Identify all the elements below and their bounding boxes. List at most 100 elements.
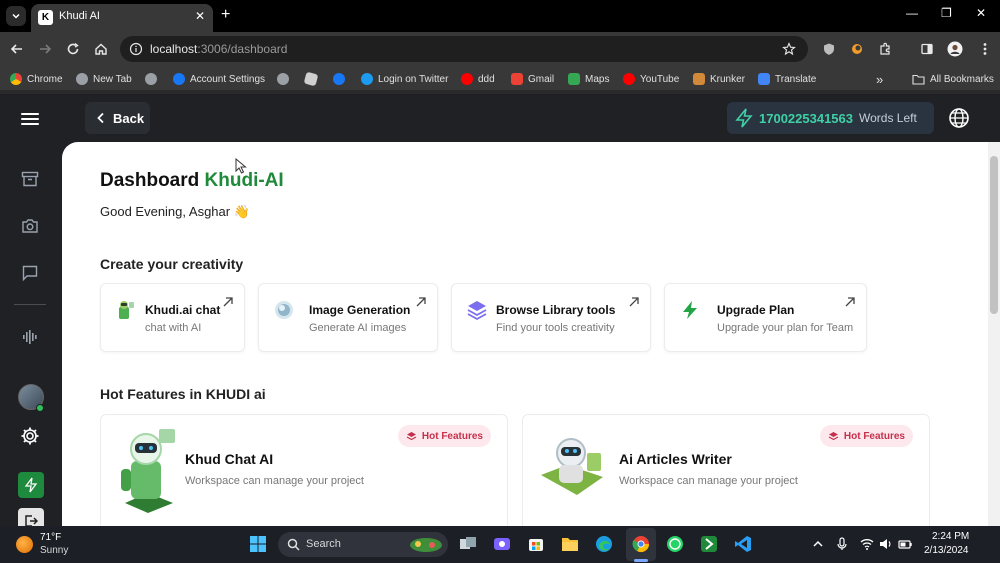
card-upgrade-plan[interactable]: Upgrade Plan Upgrade your plan for Team	[664, 283, 867, 352]
bookmark-roblox[interactable]	[303, 71, 319, 87]
bookmark-ddd[interactable]: ddd	[461, 71, 495, 87]
back-nav-button[interactable]	[8, 40, 26, 58]
card-subtitle: Upgrade your plan for Team	[717, 322, 854, 334]
extension-orange-icon	[852, 44, 862, 54]
close-window-button[interactable]: ✕	[976, 6, 986, 20]
clock-time[interactable]: 2:24 PM	[932, 531, 969, 542]
extension-button[interactable]	[848, 40, 866, 58]
sidebar-item-settings[interactable]	[18, 424, 42, 448]
sidebar-item-chat[interactable]	[18, 261, 42, 285]
bookmark-translate[interactable]: Translate	[758, 71, 816, 87]
taskbar-file-explorer[interactable]	[559, 533, 581, 555]
microphone-icon[interactable]	[835, 537, 849, 551]
feature-ai-articles-writer[interactable]: Ai Articles Writer Workspace can manage …	[522, 414, 930, 526]
extensions-menu-button[interactable]	[876, 40, 894, 58]
card-subtitle: Generate AI images	[309, 322, 407, 334]
globe-icon	[145, 73, 157, 85]
sidebar-item-camera[interactable]	[18, 214, 42, 238]
task-view-button[interactable]	[457, 533, 479, 555]
bookmark-chrome[interactable]: Chrome	[10, 71, 63, 87]
taskbar-vscode[interactable]	[732, 533, 754, 555]
taskbar-store-app[interactable]	[525, 533, 547, 555]
robot-chat-icon	[119, 301, 134, 319]
online-status-dot	[36, 404, 44, 412]
battery-icon[interactable]	[898, 537, 912, 551]
bookmarks-overflow-button[interactable]: »	[876, 71, 883, 87]
new-tab-button[interactable]: +	[221, 6, 230, 24]
taskbar-chrome[interactable]	[630, 533, 652, 555]
bookmarks-bar: Chrome New Tab Account Settings Login on…	[0, 66, 1000, 91]
volume-icon[interactable]	[879, 537, 893, 551]
bolt-icon	[683, 301, 697, 319]
archive-icon	[21, 171, 39, 187]
taskbar-khudi-app[interactable]	[698, 533, 720, 555]
tab-search-button[interactable]	[6, 6, 26, 26]
side-panel-button[interactable]	[918, 40, 936, 58]
card-title: Image Generation	[309, 303, 411, 317]
extension-shield-button[interactable]	[820, 40, 838, 58]
forward-nav-button[interactable]	[36, 40, 54, 58]
profile-button[interactable]	[946, 40, 964, 58]
bookmark-youtube[interactable]: YouTube	[623, 71, 679, 87]
sidebar-item-audio[interactable]	[18, 325, 42, 349]
clock-date[interactable]: 2/13/2024	[924, 545, 969, 556]
reload-button[interactable]	[64, 40, 82, 58]
home-button[interactable]	[92, 40, 110, 58]
bookmark-facebook[interactable]	[333, 71, 345, 87]
browser-menu-button[interactable]	[976, 40, 994, 58]
bookmark-globe[interactable]	[145, 71, 157, 87]
profile-avatar-icon	[947, 41, 963, 57]
logout-icon	[25, 515, 38, 526]
bookmark-gmail[interactable]: Gmail	[511, 71, 554, 87]
browser-tab[interactable]: K Khudi AI ✕	[31, 4, 213, 32]
language-button[interactable]	[948, 107, 970, 129]
card-khudi-chat[interactable]: Khudi.ai chat chat with AI	[100, 283, 245, 352]
layers-icon	[828, 431, 839, 440]
task-view-icon	[460, 537, 476, 549]
browser-toolbar: localhost:3006/dashboard	[0, 32, 1000, 66]
globe-icon	[949, 108, 969, 128]
card-browse-library[interactable]: Browse Library tools Find your tools cre…	[451, 283, 651, 352]
feature-khud-chat-ai[interactable]: Khud Chat AI Workspace can manage your p…	[100, 414, 508, 526]
star-bookmark-icon[interactable]	[782, 42, 796, 56]
roblox-icon	[303, 71, 319, 87]
tab-close-icon[interactable]: ✕	[195, 9, 205, 23]
taskbar-meet-app[interactable]	[491, 533, 513, 555]
bookmark-krunker[interactable]: Krunker	[693, 71, 745, 87]
bookmark-globe-2[interactable]	[277, 71, 289, 87]
chevron-up-icon[interactable]	[811, 537, 825, 551]
url-text: localhost:3006/dashboard	[150, 42, 288, 56]
windows-start-icon[interactable]	[249, 535, 267, 553]
words-left-indicator: 1700225341563 Words Left	[727, 102, 934, 134]
site-info-icon[interactable]	[129, 42, 143, 56]
words-label: Words Left	[859, 111, 917, 125]
wifi-icon[interactable]	[860, 537, 874, 551]
bookmark-login-twitter[interactable]: Login on Twitter	[361, 71, 448, 87]
audio-wave-icon	[23, 330, 37, 344]
facebook-icon	[333, 73, 345, 85]
sun-weather-icon[interactable]	[16, 536, 33, 553]
sidebar-upgrade-button[interactable]	[18, 472, 44, 498]
bookmark-new-tab[interactable]: New Tab	[76, 71, 132, 87]
taskbar-whatsapp[interactable]	[664, 533, 686, 555]
card-image-generation[interactable]: Image Generation Generate AI images	[258, 283, 438, 352]
bookmark-account-settings[interactable]: Account Settings	[173, 71, 265, 87]
scrollbar-thumb[interactable]	[990, 156, 998, 314]
krunker-icon	[693, 73, 705, 85]
edge-icon	[596, 536, 612, 552]
back-button[interactable]: Back	[85, 102, 150, 134]
dashboard-content: Dashboard Khudi-AI Good Evening, Asghar …	[62, 142, 1000, 526]
menu-toggle-button[interactable]	[18, 107, 42, 131]
maximize-button[interactable]: ❐	[941, 6, 952, 20]
taskbar-edge[interactable]	[593, 533, 615, 555]
weather-description: Sunny	[40, 545, 69, 556]
all-bookmarks-button[interactable]: All Bookmarks	[912, 71, 994, 87]
page-scrollbar[interactable]	[988, 142, 1000, 526]
logout-button[interactable]	[18, 508, 44, 526]
folder-icon	[912, 74, 925, 85]
minimize-button[interactable]: —	[906, 6, 918, 20]
address-bar[interactable]: localhost:3006/dashboard	[120, 36, 808, 62]
sidebar-item-archive[interactable]	[18, 167, 42, 191]
bookmark-maps[interactable]: Maps	[568, 71, 609, 87]
taskbar-search[interactable]: Search	[278, 532, 448, 557]
